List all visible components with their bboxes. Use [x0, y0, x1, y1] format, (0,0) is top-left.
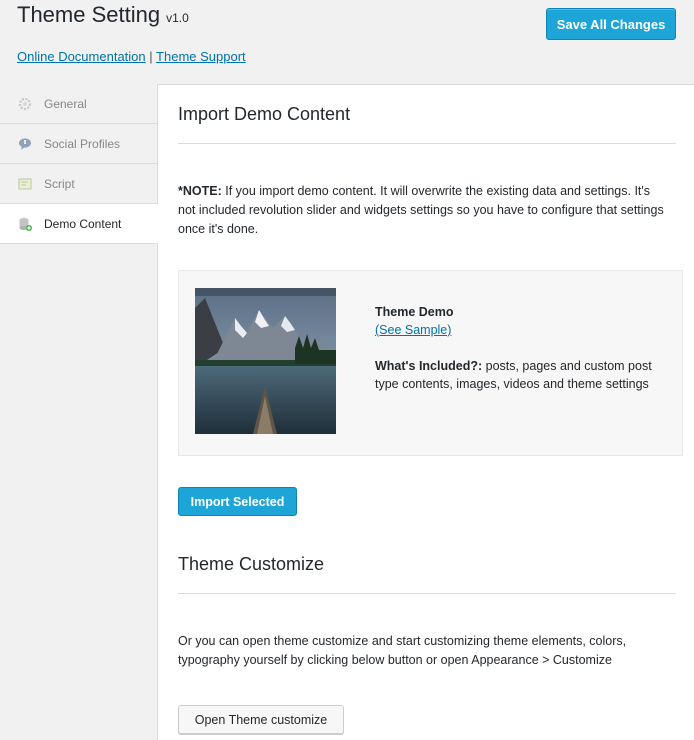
import-demo-title: Import Demo Content — [178, 104, 351, 124]
sidebar-item-social-profiles[interactable]: Social Profiles — [0, 124, 157, 164]
import-selected-button[interactable]: Import Selected — [178, 487, 297, 516]
script-icon — [18, 177, 32, 191]
sidebar-item-script[interactable]: Script — [0, 164, 157, 204]
theme-support-link[interactable]: Theme Support — [156, 49, 246, 64]
gear-icon — [18, 97, 32, 111]
page-title-text: Theme Setting — [17, 2, 161, 27]
section-divider — [178, 593, 676, 594]
demo-name: Theme Demo — [375, 305, 454, 319]
demo-option-card[interactable]: Theme Demo (See Sample) What's Included?… — [178, 270, 683, 456]
demo-included: What's Included?: posts, pages and custo… — [375, 357, 665, 393]
main-content: Import Demo Content *NOTE: If you import… — [158, 85, 694, 740]
sidebar-item-label: Demo Content — [44, 216, 122, 231]
import-note: *NOTE: If you import demo content. It wi… — [178, 182, 668, 239]
page-title: Theme Setting v1.0 — [17, 2, 189, 28]
see-sample-link[interactable]: (See Sample) — [375, 323, 451, 337]
sidebar-item-label: Script — [44, 176, 75, 191]
note-label: *NOTE: — [178, 184, 222, 198]
header-links: Online Documentation | Theme Support — [17, 49, 246, 64]
note-text: If you import demo content. It will over… — [178, 184, 664, 236]
section-divider — [178, 143, 676, 144]
demo-info: Theme Demo (See Sample) What's Included?… — [375, 303, 665, 393]
version-label: v1.0 — [166, 11, 189, 25]
customize-description: Or you can open theme customize and star… — [178, 634, 627, 667]
database-add-icon — [18, 217, 32, 231]
save-all-changes-button[interactable]: Save All Changes — [546, 8, 676, 40]
sidebar-item-demo-content[interactable]: Demo Content — [0, 204, 158, 244]
demo-preview-image — [195, 288, 336, 434]
open-theme-customize-button[interactable]: Open Theme customize — [178, 705, 344, 734]
online-documentation-link[interactable]: Online Documentation — [17, 49, 146, 64]
theme-customize-title: Theme Customize — [178, 554, 325, 574]
sidebar-item-label: General — [44, 96, 87, 111]
settings-sidebar: General Social Profiles Script Demo Cont… — [0, 84, 158, 740]
sidebar-item-label: Social Profiles — [44, 136, 121, 151]
link-separator: | — [149, 49, 153, 64]
sidebar-item-general[interactable]: General — [0, 84, 157, 124]
chat-bubble-icon — [18, 137, 32, 151]
page-header: Theme Setting v1.0 Online Documentation |… — [0, 0, 694, 85]
included-label: What's Included?: — [375, 359, 483, 373]
